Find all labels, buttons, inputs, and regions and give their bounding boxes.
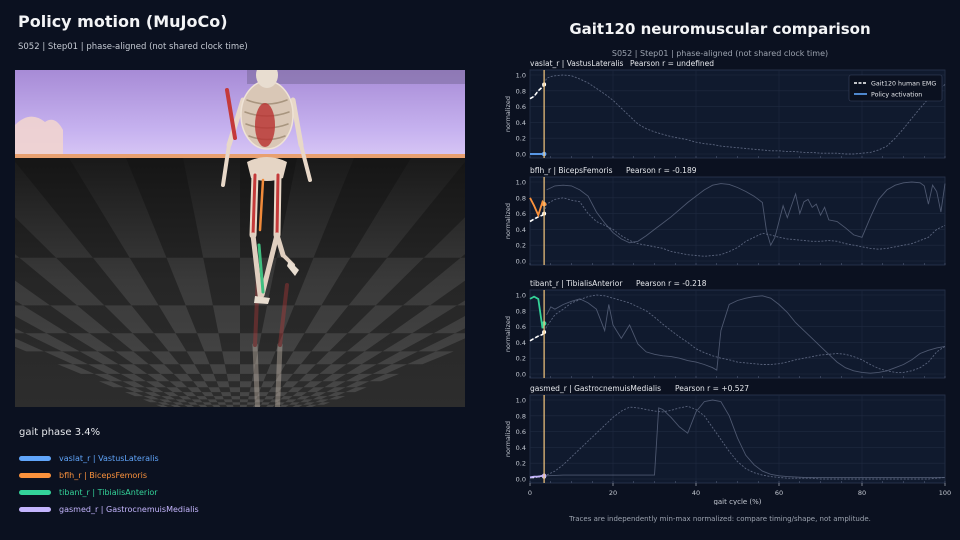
y-tick-label: 0.4 xyxy=(516,444,526,452)
legend-swatch-tibant xyxy=(19,490,51,495)
legend-swatch-vaslat xyxy=(19,456,51,461)
pearson-r: Pearson r = -0.189 xyxy=(626,166,697,175)
legend-emg-label: Gait120 human EMG xyxy=(871,81,936,88)
legend-item-bflh: bflh_r | BicepsFemoris xyxy=(19,467,199,484)
x-tick-label: 60 xyxy=(775,489,783,497)
y-tick-label: 0.4 xyxy=(516,119,526,127)
y-tick-label: 0.2 xyxy=(516,355,526,363)
y-tick-label: 1.0 xyxy=(516,397,526,405)
policy-motion-title: Policy motion (MuJoCo) xyxy=(18,12,228,31)
panel-title: vaslat_r | VastusLateralis xyxy=(530,59,624,68)
legend-label-vaslat: vaslat_r | VastusLateralis xyxy=(59,454,159,463)
y-tick-label: 0.4 xyxy=(516,339,526,347)
panel-title: bflh_r | BicepsFemoris xyxy=(530,166,613,175)
normalization-note: Traces are independently min-max normali… xyxy=(569,515,871,523)
legend-label-bflh: bflh_r | BicepsFemoris xyxy=(59,471,147,480)
panel-title: tibant_r | TibialisAnterior xyxy=(530,279,623,288)
y-tick-label: 0.6 xyxy=(516,103,526,111)
gait-phase-readout: gait phase 3.4% xyxy=(19,427,101,438)
y-tick-label: 1.0 xyxy=(516,292,526,300)
x-tick-label: 100 xyxy=(939,489,951,497)
y-tick-label: 0.0 xyxy=(516,258,526,266)
y-tick-label: 0.2 xyxy=(516,242,526,250)
legend-swatch-bflh xyxy=(19,473,51,478)
y-axis-label: normalized xyxy=(504,316,512,352)
panel-2 xyxy=(529,289,946,379)
legend-item-vaslat: vaslat_r | VastusLateralis xyxy=(19,450,199,467)
muscle-legend: vaslat_r | VastusLateralis bflh_r | Bice… xyxy=(19,450,199,518)
y-tick-label: 0.8 xyxy=(516,307,526,315)
y-tick-label: 0.0 xyxy=(516,151,526,159)
plot-area xyxy=(529,176,946,266)
y-tick-label: 0.8 xyxy=(516,87,526,95)
legend-label-gasmed: gasmed_r | GastrocnemuisMedialis xyxy=(59,505,199,514)
y-tick-label: 0.8 xyxy=(516,194,526,202)
emg-comparison-chart: 0.0 0.2 0.4 0.6 0.8 1.0 vaslat_r | VastusLater… xyxy=(504,59,951,505)
comparison-title: Gait120 neuromuscular comparison xyxy=(569,20,871,38)
y-axis-label: normalized xyxy=(504,421,512,457)
y-tick-label: 1.0 xyxy=(516,72,526,80)
legend-item-gasmed: gasmed_r | GastrocnemuisMedialis xyxy=(19,501,199,518)
pearson-r: Pearson r = undefined xyxy=(630,59,714,68)
cloud-shape xyxy=(15,116,63,158)
legend-item-tibant: tibant_r | TibialisAnterior xyxy=(19,484,199,501)
y-tick-label: 0.8 xyxy=(516,412,526,420)
plot-area xyxy=(529,289,946,379)
policy-motion-subtitle: S052 | Step01 | phase-aligned (not share… xyxy=(18,42,248,52)
x-tick-label: 40 xyxy=(692,489,700,497)
plot-area xyxy=(529,394,946,484)
legend-swatch-gasmed xyxy=(19,507,51,512)
x-tick-label: 80 xyxy=(858,489,866,497)
x-axis-label: gait cycle (%) xyxy=(713,498,761,505)
y-tick-label: 0.0 xyxy=(516,476,526,484)
panel-3 xyxy=(529,394,946,484)
y-tick-label: 0.6 xyxy=(516,428,526,436)
y-tick-label: 0.4 xyxy=(516,226,526,234)
y-tick-label: 0.6 xyxy=(516,323,526,331)
y-tick-label: 1.0 xyxy=(516,179,526,187)
y-tick-label: 0.0 xyxy=(516,371,526,379)
y-tick-label: 0.6 xyxy=(516,210,526,218)
y-tick-label: 0.2 xyxy=(516,460,526,468)
horizon-glow xyxy=(15,154,465,158)
y-axis-label: normalized xyxy=(504,203,512,239)
x-tick-label: 0 xyxy=(528,489,532,497)
x-tick-label: 20 xyxy=(609,489,617,497)
y-tick-label: 0.2 xyxy=(516,135,526,143)
mujoco-viewport[interactable] xyxy=(15,70,465,407)
simulation-scene xyxy=(15,70,465,407)
legend-label-tibant: tibant_r | TibialisAnterior xyxy=(59,488,158,497)
checkered-floor xyxy=(15,158,465,407)
panel-1 xyxy=(529,176,946,266)
panel-title: gasmed_r | GastrocnemuisMedialis xyxy=(530,384,661,393)
banner-text xyxy=(247,70,465,84)
y-axis-label: normalized xyxy=(504,96,512,132)
pearson-r: Pearson r = -0.218 xyxy=(636,279,707,288)
pearson-r: Pearson r = +0.527 xyxy=(675,384,749,393)
legend-policy-label: Policy activation xyxy=(871,92,922,99)
